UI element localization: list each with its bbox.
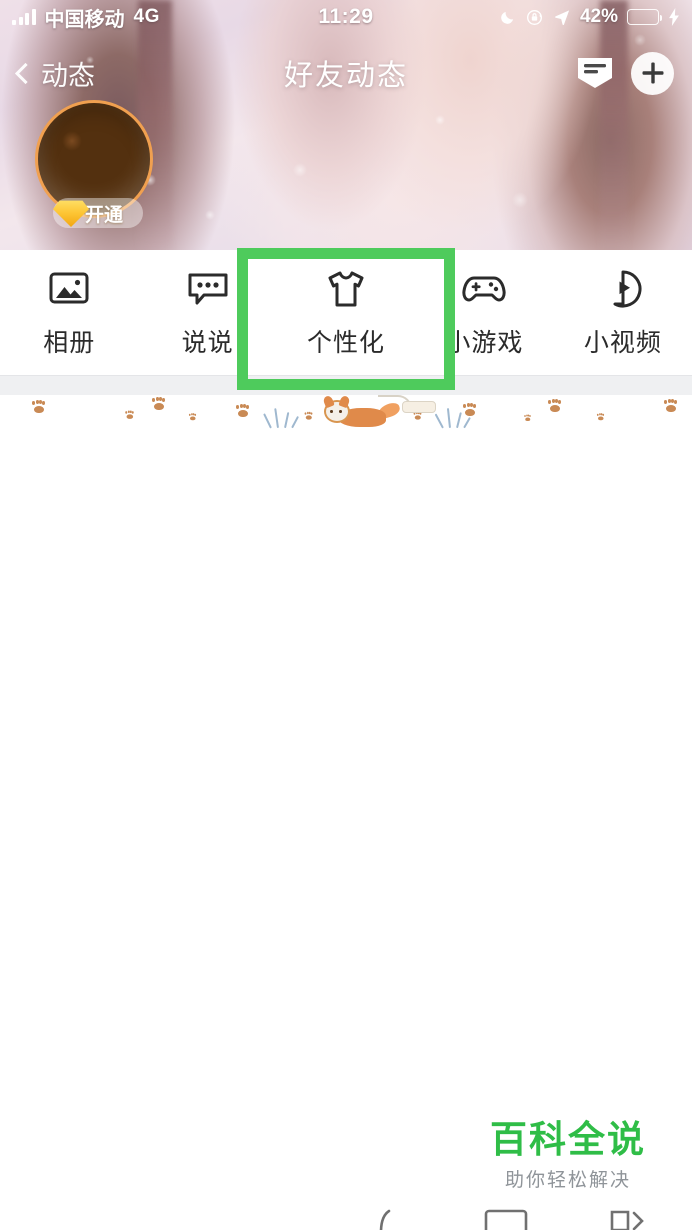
watermark-title: 百科全说 xyxy=(490,1119,646,1161)
location-arrow-icon xyxy=(555,10,570,26)
menu-label-minigame: 小游戏 xyxy=(445,328,524,357)
rotation-lock-icon xyxy=(526,9,542,25)
menu-item-minigame[interactable]: 小游戏 xyxy=(415,250,553,375)
section-divider xyxy=(0,375,692,395)
network-type-label: 4G xyxy=(133,6,160,27)
messages-button[interactable] xyxy=(575,55,615,91)
back-button-label: 动态 xyxy=(41,60,95,91)
menu-item-album[interactable]: 相册 xyxy=(0,250,138,375)
diamond-icon xyxy=(53,200,89,227)
menu-label-shuoshuo: 说说 xyxy=(181,328,234,357)
watermark-subtitle: 助你轻松解决 xyxy=(504,1170,631,1191)
moon-icon xyxy=(501,11,514,24)
phone-screen: 中国移动 4G 11:29 42% 动态 好友动态 开通 相册 说说 个性化 小… xyxy=(0,0,692,1230)
decorative-pet-band xyxy=(0,395,692,430)
status-bar: 中国移动 4G 11:29 42% xyxy=(0,0,692,34)
shiba-dog-illustration xyxy=(316,395,436,429)
feature-menu-bar: 相册 说说 个性化 小游戏 小视频 xyxy=(0,250,692,375)
charging-bolt-icon xyxy=(669,8,679,26)
photo-icon xyxy=(47,267,91,311)
menu-item-shuoshuo[interactable]: 说说 xyxy=(138,250,276,375)
back-arrow-icon[interactable] xyxy=(376,1208,402,1230)
menu-label-album: 相册 xyxy=(43,328,96,357)
signal-bars-icon xyxy=(12,9,36,25)
tshirt-icon xyxy=(324,267,368,311)
battery-icon xyxy=(627,9,662,25)
feed-content-area xyxy=(0,430,692,1130)
chevron-left-icon xyxy=(14,62,37,84)
carrier-label: 中国移动 xyxy=(44,8,125,31)
menu-item-personalize[interactable]: 个性化 xyxy=(277,250,415,375)
vip-activate-label: 开通 xyxy=(85,204,124,226)
menu-label-shortvideo: 小视频 xyxy=(583,328,662,357)
video-play-icon xyxy=(601,267,645,311)
comment-icon xyxy=(186,267,230,311)
envelope-icon xyxy=(578,58,612,88)
recents-icon[interactable] xyxy=(610,1208,644,1230)
vip-activate-badge[interactable]: 开通 xyxy=(53,198,143,228)
back-button[interactable]: 动态 xyxy=(14,54,95,93)
system-navigation-bar xyxy=(0,1208,692,1230)
user-avatar-container[interactable]: 开通 xyxy=(35,100,155,228)
battery-percent-label: 42% xyxy=(579,6,618,27)
gamepad-icon xyxy=(462,267,507,311)
watermark: 百科全说 助你轻松解决 xyxy=(490,1120,646,1192)
navigation-header: 动态 好友动态 xyxy=(0,42,692,104)
menu-item-shortvideo[interactable]: 小视频 xyxy=(554,250,692,375)
home-rect-icon[interactable] xyxy=(484,1208,528,1230)
add-button[interactable] xyxy=(631,51,674,95)
plus-icon xyxy=(642,62,663,84)
menu-label-personalize: 个性化 xyxy=(307,328,386,357)
